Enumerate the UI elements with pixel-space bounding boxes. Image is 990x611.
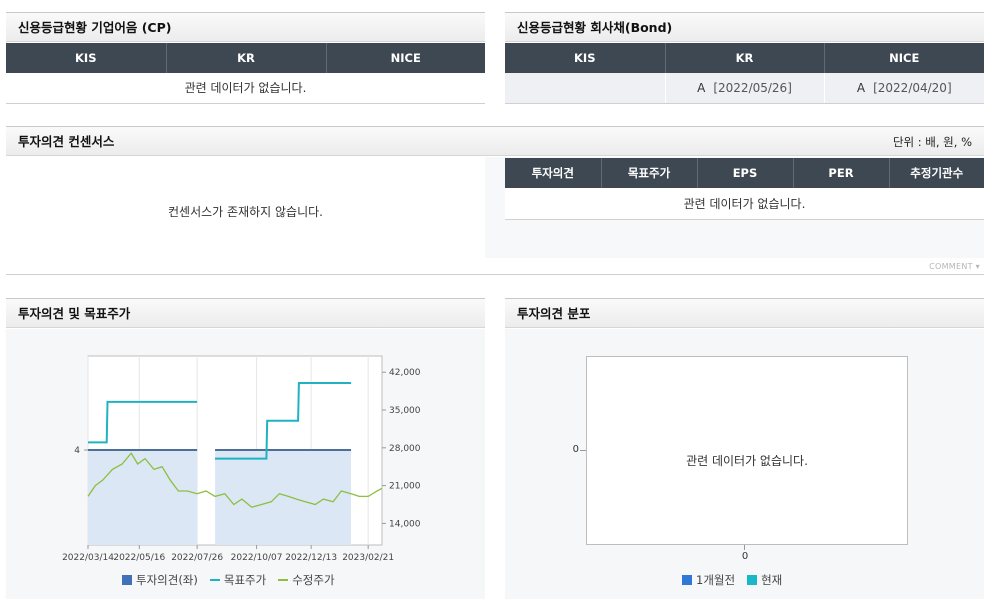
- credit-bond-title: 신용등급현황 회사채(Bond): [517, 20, 673, 35]
- x-tick-label: 2022/05/16: [113, 553, 165, 563]
- x-tick-label: 2022/12/13: [285, 553, 337, 563]
- distribution-header: 투자의견 분포: [505, 298, 984, 328]
- consensus-table-empty: 관련 데이터가 없습니다.: [505, 188, 984, 220]
- consensus-table: 투자의견 목표주가 EPS PER 추정기관수 관련 데이터가 없습니다.: [505, 158, 984, 220]
- bond-kis-cell: [505, 73, 666, 104]
- legend-now: 현재: [747, 572, 782, 588]
- distribution-plot-area: [586, 356, 908, 545]
- x-tick-label: 2023/02/21: [342, 553, 394, 563]
- x-tick-label: 2022/10/07: [231, 553, 283, 563]
- distribution-legend: 1개월전 현재: [682, 572, 788, 588]
- col-kr: KR: [665, 43, 825, 73]
- bond-nice-date: [2022/04/20]: [873, 80, 952, 95]
- legend-target-swatch: [209, 579, 220, 581]
- credit-cp-empty: 관련 데이터가 없습니다.: [6, 73, 485, 104]
- y-tick-label: 21,000: [389, 482, 421, 492]
- legend-now-swatch: [747, 575, 758, 585]
- bond-nice-grade: A: [856, 80, 866, 95]
- credit-cp-title: 신용등급현황 기업어음 (CP): [18, 20, 172, 35]
- legend-opinion: 투자의견(좌): [122, 572, 198, 588]
- legend-price-label: 수정주가: [292, 573, 335, 587]
- consensus-empty: 컨센서스가 존재하지 않습니다.: [168, 205, 323, 219]
- x-tick-label: 2022/07/26: [171, 553, 223, 563]
- legend-price-swatch: [278, 579, 289, 581]
- distribution-empty: 관련 데이터가 없습니다.: [686, 454, 808, 468]
- credit-cp-table: KIS KR NICE 관련 데이터가 없습니다.: [6, 43, 485, 104]
- col-eps: EPS: [697, 158, 794, 188]
- opinion-target-title: 투자의견 및 목표주가: [18, 306, 131, 321]
- distribution-y-tick: 0: [572, 444, 579, 455]
- opinion-target-chart: 42,000 35,000 28,000 21,000 14,000 2022/03/14…: [62, 355, 421, 563]
- distribution-title: 투자의견 분포: [517, 306, 591, 321]
- unit-label: 단위 : 배, 원, %: [892, 135, 972, 149]
- credit-cp-header: 신용등급현황 기업어음 (CP): [6, 12, 485, 42]
- distribution-y-tickmark: [580, 450, 586, 451]
- left-tick-label: 4: [74, 446, 80, 456]
- col-nice: NICE: [824, 43, 984, 73]
- legend-prev: 1개월전: [682, 572, 735, 588]
- col-per: PER: [793, 158, 890, 188]
- opinion-band: [215, 450, 352, 545]
- bond-kr-date: [2022/05/26]: [713, 80, 792, 95]
- bond-kr-cell: A [2022/05/26]: [665, 73, 825, 104]
- col-kis: KIS: [6, 43, 167, 73]
- consensus-title: 투자의견 컨센서스: [18, 134, 115, 149]
- opinion-target-header: 투자의견 및 목표주가: [6, 298, 485, 328]
- legend-target-label: 목표주가: [223, 573, 267, 587]
- col-kr: KR: [166, 43, 327, 73]
- y-tick-label: 28,000: [389, 444, 421, 454]
- y-tick-label: 14,000: [389, 519, 421, 529]
- x-tick-label: 2022/03/14: [62, 553, 114, 563]
- legend-prev-label: 1개월전: [696, 573, 736, 587]
- consensus-header: 투자의견 컨센서스 단위 : 배, 원, %: [6, 126, 984, 156]
- opinion-band: [88, 450, 198, 545]
- distribution-x-tick: 0: [741, 551, 749, 562]
- comment-toggle[interactable]: COMMENT ▾: [929, 262, 980, 271]
- y-tick-label: 42,000: [389, 368, 421, 378]
- legend-prev-swatch: [682, 575, 692, 585]
- bond-nice-cell: A [2022/04/20]: [824, 73, 984, 104]
- legend-opinion-label: 투자의견(좌): [136, 573, 198, 587]
- y-tick-label: 35,000: [389, 406, 421, 416]
- credit-bond-table: KIS KR NICE A [2022/05/26] A [2022/04/20]: [505, 43, 984, 104]
- legend-opinion-swatch: [122, 575, 132, 585]
- col-nice: NICE: [326, 43, 485, 73]
- legend-now-label: 현재: [761, 573, 783, 587]
- comment-label: COMMENT: [929, 262, 973, 271]
- col-opinion: 투자의견: [505, 158, 602, 188]
- col-institutions: 추정기관수: [889, 158, 984, 188]
- opinion-chart-legend: 투자의견(좌) 목표주가 수정주가: [122, 572, 341, 588]
- col-target-price: 목표주가: [601, 158, 698, 188]
- distribution-x-tickmark: [744, 545, 745, 550]
- col-kis: KIS: [505, 43, 666, 73]
- legend-target: 목표주가: [209, 572, 267, 588]
- legend-price: 수정주가: [278, 572, 335, 588]
- credit-bond-header: 신용등급현황 회사채(Bond): [505, 12, 984, 42]
- bond-kr-grade: A: [697, 80, 706, 95]
- comment-bar: COMMENT ▾: [6, 258, 984, 275]
